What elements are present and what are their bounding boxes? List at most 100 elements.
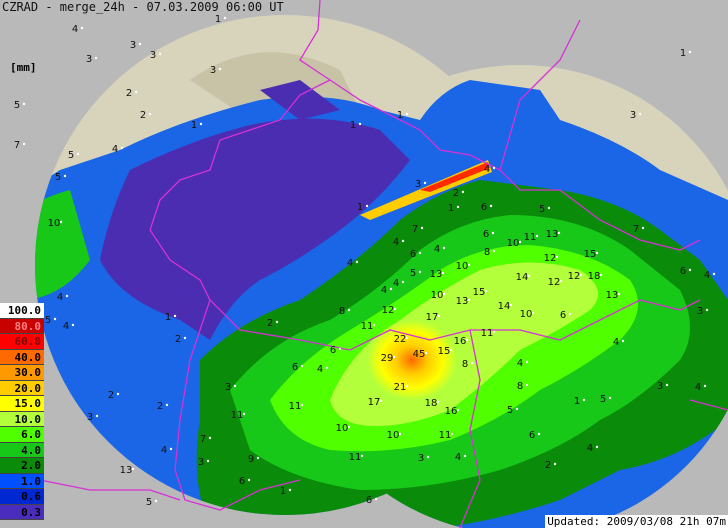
station-marker [537, 432, 541, 436]
station-value-label: 10 [431, 290, 444, 301]
station-marker [437, 314, 441, 318]
station-marker [492, 166, 496, 170]
station-marker [467, 298, 471, 302]
station-marker [509, 303, 513, 307]
station-value-label: 14 [516, 272, 529, 283]
station-marker [559, 279, 563, 283]
station-value-label: 17 [426, 312, 439, 323]
station-value-label: 4 [347, 258, 353, 269]
station-value-label: 10 [520, 309, 533, 320]
station-value-label: 12 [382, 305, 395, 316]
legend-item: 20.0 [0, 380, 44, 396]
radar-precipitation-map: 413 3331252175411 354511 13106151212 1813131… [14, 0, 728, 528]
station-marker [461, 190, 465, 194]
station-value-label: 8 [339, 306, 345, 317]
station-marker [116, 392, 120, 396]
radar-map-view: 4 1 3 3 3 3 1 2 5 2 1 7 5 4 1 1 3 5 4 5 11 13 10 6 15 12 12 18 13 13 1… [0, 0, 728, 528]
station-marker [638, 112, 642, 116]
station-marker [148, 112, 152, 116]
station-marker [582, 398, 586, 402]
station-marker [489, 204, 493, 208]
station-marker [275, 320, 279, 324]
station-marker [535, 234, 539, 238]
station-marker [568, 312, 572, 316]
legend-item: 1.0 [0, 473, 44, 489]
station-value-label: 3 [150, 50, 156, 61]
station-value-label: 4 [613, 337, 619, 348]
station-value-label: 10 [48, 218, 61, 229]
station-value-label: 4 [434, 244, 440, 255]
station-marker [199, 122, 203, 126]
station-value-label: 14 [498, 301, 511, 312]
station-marker [518, 240, 522, 244]
station-marker [393, 307, 397, 311]
station-marker [688, 268, 692, 272]
station-value-label: 6 [410, 249, 416, 260]
station-marker [426, 455, 430, 459]
station-value-label: 9 [248, 454, 254, 465]
station-marker [169, 447, 173, 451]
station-value-label: 4 [587, 443, 593, 454]
legend-item: 100.0 [0, 303, 44, 319]
station-marker [53, 317, 57, 321]
station-value-label: 45 [413, 349, 426, 360]
legend-item: 2.0 [0, 458, 44, 474]
station-marker [173, 314, 177, 318]
station-marker [355, 260, 359, 264]
station-marker [154, 499, 158, 503]
station-value-label: 7 [633, 224, 639, 235]
station-value-label: 5 [600, 394, 606, 405]
station-marker [208, 436, 212, 440]
station-value-label: 1 [215, 14, 221, 25]
color-legend: 100.0 80.0 60.0 40.0 30.0 20.0 15.0 10.0 6.0 4.0 2… [0, 303, 44, 520]
station-value-label: 15 [473, 287, 486, 298]
station-marker [120, 146, 124, 150]
station-marker [527, 274, 531, 278]
station-marker [595, 445, 599, 449]
station-value-label: 8 [484, 247, 490, 258]
station-value-label: 3 [630, 110, 636, 121]
station-marker [456, 408, 460, 412]
station-value-label: 15 [438, 346, 451, 357]
station-value-label: 22 [394, 334, 407, 345]
station-value-label: 13 [546, 229, 559, 240]
station-marker [712, 272, 716, 276]
station-value-label: 13 [120, 465, 133, 476]
station-value-label: 7 [412, 224, 418, 235]
station-marker [442, 292, 446, 296]
station-value-label: 5 [55, 172, 61, 183]
station-value-label: 1 [574, 396, 580, 407]
station-marker [531, 311, 535, 315]
station-value-label: 13 [456, 296, 469, 307]
station-value-label: 2 [126, 88, 132, 99]
station-marker [557, 231, 561, 235]
station-marker [492, 330, 496, 334]
station-marker [347, 425, 351, 429]
station-value-label: 18 [425, 398, 438, 409]
border-line [39, 479, 181, 501]
station-marker [256, 456, 260, 460]
station-marker [131, 467, 135, 471]
station-value-label: 11 [439, 430, 452, 441]
station-value-label: 12 [548, 277, 561, 288]
station-marker [547, 206, 551, 210]
station-marker [288, 488, 292, 492]
station-marker [705, 308, 709, 312]
station-marker [617, 292, 621, 296]
station-value-label: 1 [191, 120, 197, 131]
station-marker [492, 249, 496, 253]
station-marker [95, 414, 99, 418]
station-marker [398, 432, 402, 436]
station-value-label: 11 [481, 328, 494, 339]
station-marker [165, 403, 169, 407]
station-value-label: 2 [175, 334, 181, 345]
station-value-label: 11 [231, 410, 244, 421]
station-value-label: 2 [545, 460, 551, 471]
station-marker [405, 384, 409, 388]
station-value-label: 3 [418, 453, 424, 464]
station-marker [465, 338, 469, 342]
station-marker [467, 263, 471, 267]
station-value-label: 15 [584, 249, 597, 260]
station-value-label: 3 [697, 306, 703, 317]
station-value-label: 5 [45, 315, 51, 326]
